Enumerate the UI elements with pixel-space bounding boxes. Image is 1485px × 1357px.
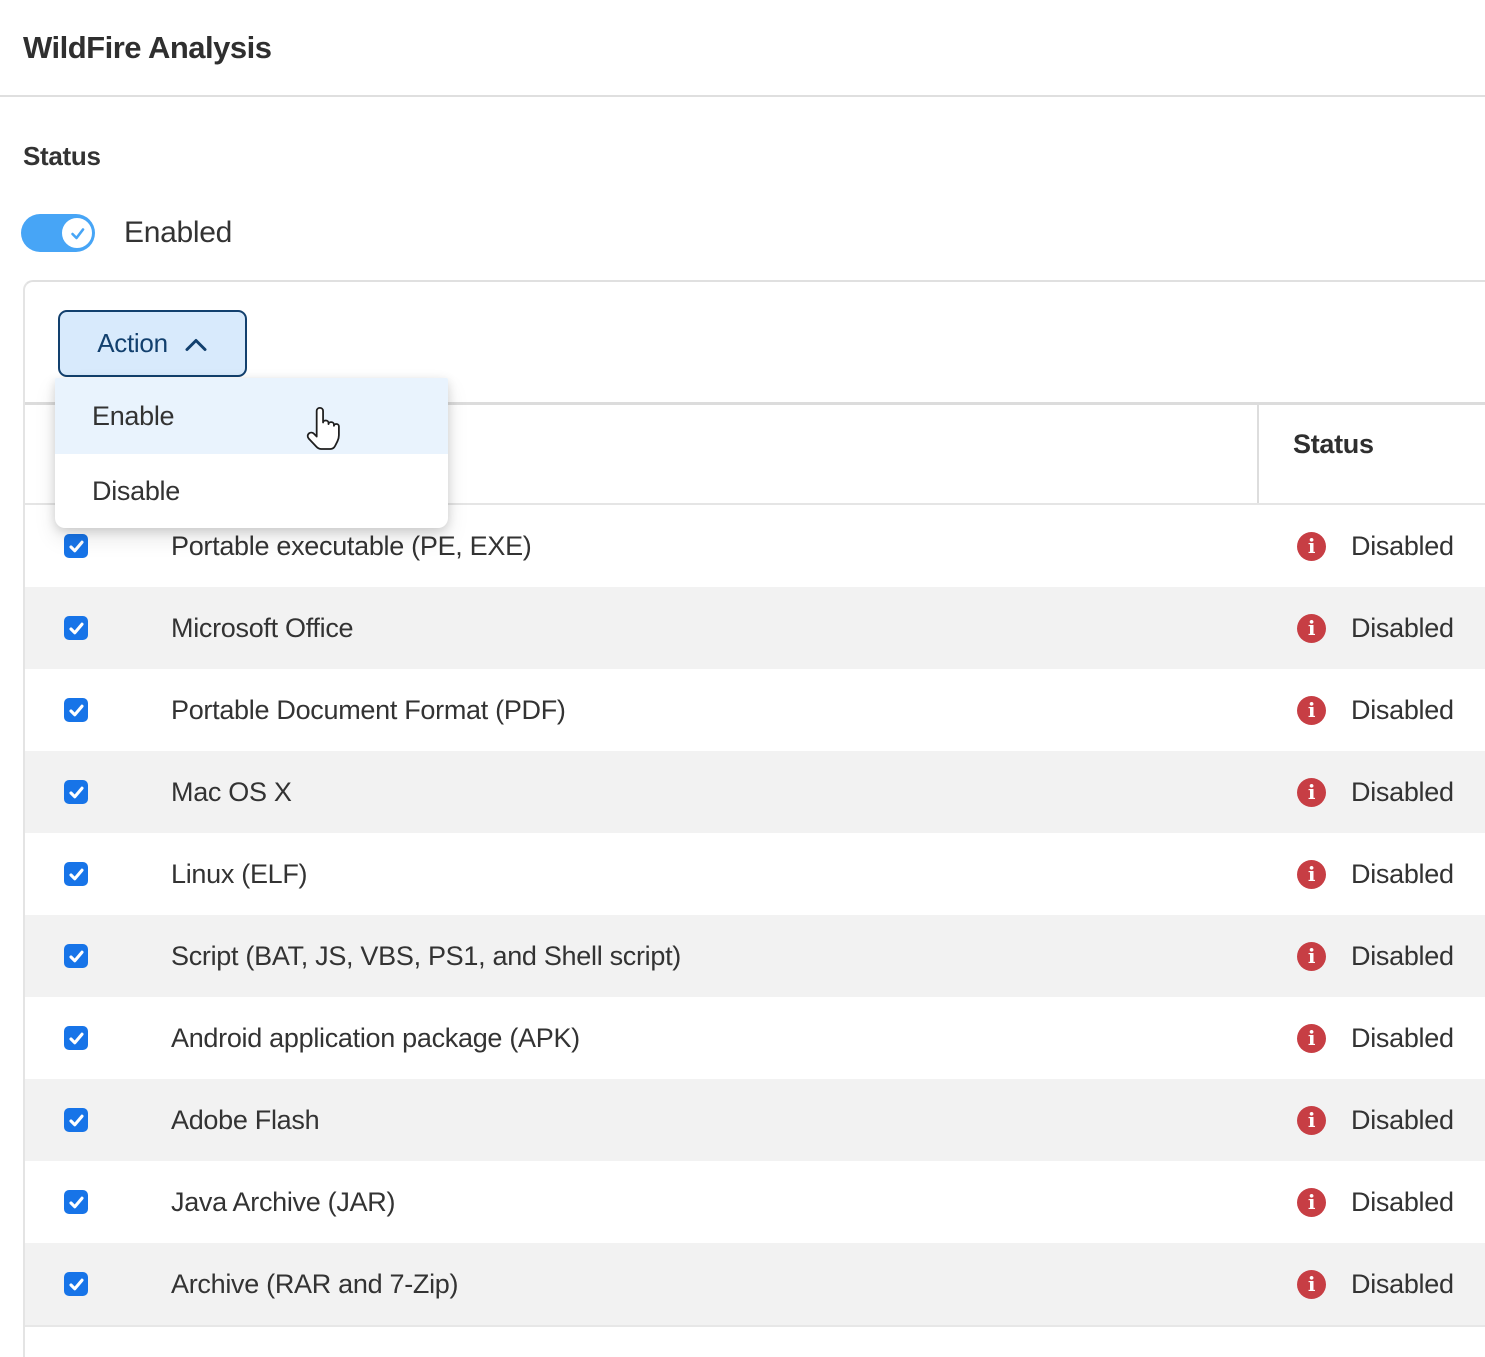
checkbox-check-icon: [68, 538, 85, 555]
status-toggle-row: Enabled: [21, 214, 232, 252]
checkbox-check-icon: [68, 784, 85, 801]
table-row: Java Archive (JAR) i Disabled: [25, 1161, 1485, 1243]
row-status-cell: i Disabled: [1297, 1269, 1454, 1300]
row-checkbox[interactable]: [64, 1272, 88, 1296]
status-value: Disabled: [1351, 1187, 1454, 1218]
checkbox-check-icon: [68, 1030, 85, 1047]
checkbox-check-icon: [68, 1194, 85, 1211]
row-checkbox[interactable]: [64, 534, 88, 558]
checkbox-check-icon: [68, 948, 85, 965]
row-checkbox[interactable]: [64, 780, 88, 804]
info-icon: i: [1297, 942, 1326, 971]
row-status-cell: i Disabled: [1297, 531, 1454, 562]
menu-item-enable[interactable]: Enable: [55, 378, 448, 454]
action-button[interactable]: Action: [58, 310, 247, 377]
table-row: Portable Document Format (PDF) i Disable…: [25, 669, 1485, 751]
row-checkbox[interactable]: [64, 616, 88, 640]
status-value: Disabled: [1351, 941, 1454, 972]
checkbox-check-icon: [68, 866, 85, 883]
checkbox-check-icon: [68, 1276, 85, 1293]
info-icon: i: [1297, 1270, 1326, 1299]
status-value: Disabled: [1351, 1105, 1454, 1136]
action-button-label: Action: [97, 328, 167, 359]
row-status-cell: i Disabled: [1297, 695, 1454, 726]
file-type-label: Portable Document Format (PDF): [171, 695, 566, 726]
row-status-cell: i Disabled: [1297, 1105, 1454, 1136]
info-icon: i: [1297, 778, 1326, 807]
file-type-label: Microsoft Office: [171, 613, 353, 644]
file-type-label: Java Archive (JAR): [171, 1187, 395, 1218]
row-status-cell: i Disabled: [1297, 1023, 1454, 1054]
file-type-label: Adobe Flash: [171, 1105, 319, 1136]
table-row: Script (BAT, JS, VBS, PS1, and Shell scr…: [25, 915, 1485, 997]
file-type-label: Script (BAT, JS, VBS, PS1, and Shell scr…: [171, 941, 681, 972]
status-section-label: Status: [23, 141, 101, 172]
info-icon: i: [1297, 1024, 1326, 1053]
table-row: Android application package (APK) i Disa…: [25, 997, 1485, 1079]
info-icon: i: [1297, 1106, 1326, 1135]
checkbox-check-icon: [68, 620, 85, 637]
checkbox-check-icon: [68, 702, 85, 719]
action-menu: Enable Disable: [55, 378, 448, 528]
page-title: WildFire Analysis: [23, 30, 271, 66]
status-toggle-label: Enabled: [124, 216, 232, 250]
info-icon: i: [1297, 696, 1326, 725]
status-value: Disabled: [1351, 613, 1454, 644]
hand-cursor-icon: [301, 401, 343, 453]
page-header: WildFire Analysis: [0, 0, 1485, 97]
file-type-label: Mac OS X: [171, 777, 292, 808]
chevron-up-icon: [184, 328, 208, 359]
info-icon: i: [1297, 614, 1326, 643]
toggle-check-icon: [60, 216, 94, 250]
row-checkbox[interactable]: [64, 944, 88, 968]
row-status-cell: i Disabled: [1297, 777, 1454, 808]
row-checkbox[interactable]: [64, 698, 88, 722]
status-value: Disabled: [1351, 1269, 1454, 1300]
column-divider: [1257, 405, 1259, 503]
table-row: Microsoft Office i Disabled: [25, 587, 1485, 669]
info-icon: i: [1297, 860, 1326, 889]
file-type-label: Portable executable (PE, EXE): [171, 531, 532, 562]
status-value: Disabled: [1351, 695, 1454, 726]
status-value: Disabled: [1351, 777, 1454, 808]
row-checkbox[interactable]: [64, 1190, 88, 1214]
status-value: Disabled: [1351, 859, 1454, 890]
info-icon: i: [1297, 532, 1326, 561]
row-status-cell: i Disabled: [1297, 613, 1454, 644]
file-type-label: Archive (RAR and 7-Zip): [171, 1269, 458, 1300]
row-status-cell: i Disabled: [1297, 859, 1454, 890]
row-status-cell: i Disabled: [1297, 941, 1454, 972]
row-checkbox[interactable]: [64, 1026, 88, 1050]
status-value: Disabled: [1351, 531, 1454, 562]
file-type-label: Android application package (APK): [171, 1023, 580, 1054]
file-type-label: Linux (ELF): [171, 859, 307, 890]
status-toggle[interactable]: [21, 214, 95, 252]
status-value: Disabled: [1351, 1023, 1454, 1054]
row-checkbox[interactable]: [64, 862, 88, 886]
row-checkbox[interactable]: [64, 1108, 88, 1132]
menu-item-disable[interactable]: Disable: [55, 454, 448, 528]
table-row: Linux (ELF) i Disabled: [25, 833, 1485, 915]
info-icon: i: [1297, 1188, 1326, 1217]
column-header-status: Status: [1293, 429, 1374, 460]
checkbox-check-icon: [68, 1112, 85, 1129]
table-body: Portable executable (PE, EXE) i Disabled…: [25, 505, 1485, 1327]
table-row: Mac OS X i Disabled: [25, 751, 1485, 833]
table-row: Archive (RAR and 7-Zip) i Disabled: [25, 1243, 1485, 1325]
table-row: Adobe Flash i Disabled: [25, 1079, 1485, 1161]
row-status-cell: i Disabled: [1297, 1187, 1454, 1218]
